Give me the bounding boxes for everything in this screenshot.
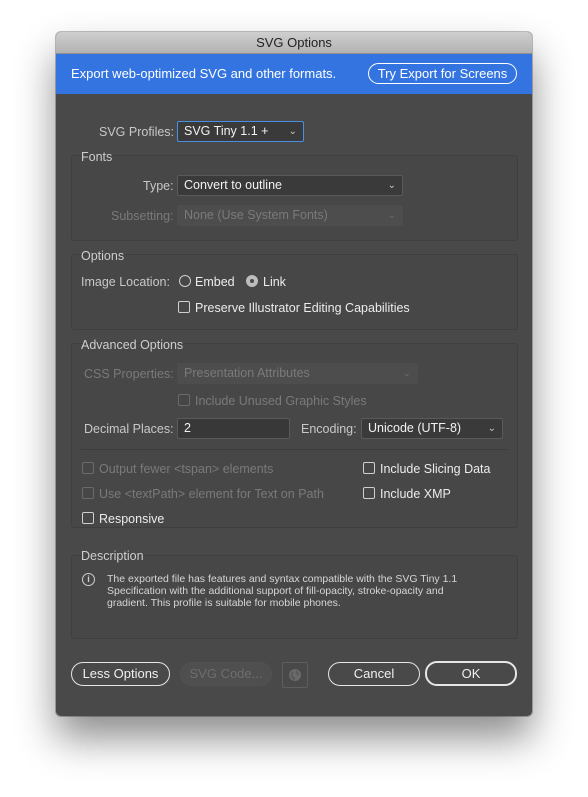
chevron-down-icon: ⌄ — [487, 423, 496, 434]
banner-text: Export web-optimized SVG and other forma… — [71, 66, 337, 81]
include-xmp-label[interactable]: Include XMP — [380, 487, 451, 501]
chevron-down-icon: ⌄ — [387, 210, 396, 221]
encoding-label: Encoding: — [301, 422, 357, 436]
css-properties-label: CSS Properties: — [84, 367, 174, 381]
css-properties-value: Presentation Attributes — [184, 366, 310, 380]
include-slicing-data-label[interactable]: Include Slicing Data — [380, 462, 490, 476]
svg-code-button: SVG Code... — [180, 662, 272, 686]
include-unused-styles-checkbox — [178, 394, 190, 406]
advanced-options-title: Advanced Options — [81, 338, 184, 352]
subsetting-select: None (Use System Fonts) ⌄ — [177, 205, 403, 226]
responsive-checkbox[interactable] — [82, 512, 94, 524]
chevron-down-icon: ⌄ — [288, 126, 297, 137]
decimal-places-input[interactable]: 2 — [177, 418, 290, 439]
preserve-editing-checkbox[interactable] — [178, 301, 190, 313]
advanced-divider — [81, 449, 507, 450]
embed-radio[interactable] — [179, 275, 191, 287]
link-label[interactable]: Link — [263, 275, 286, 289]
encoding-select[interactable]: Unicode (UTF-8) ⌄ — [361, 418, 503, 439]
use-textpath-label: Use <textPath> element for Text on Path — [99, 487, 324, 501]
options-group — [71, 254, 518, 330]
info-icon: i — [82, 573, 95, 586]
use-textpath-checkbox — [82, 487, 94, 499]
css-properties-select: Presentation Attributes ⌄ — [177, 363, 418, 384]
description-line-1: The exported file has features and synta… — [107, 573, 458, 585]
preview-in-browser-button — [282, 662, 308, 688]
options-group-title: Options — [81, 249, 125, 263]
window-title: SVG Options — [56, 32, 532, 54]
include-unused-styles-label: Include Unused Graphic Styles — [195, 394, 367, 408]
font-type-label: Type: — [143, 179, 174, 193]
include-xmp-checkbox[interactable] — [363, 487, 375, 499]
font-type-value: Convert to outline — [184, 178, 282, 192]
description-text: The exported file has features and synta… — [107, 573, 457, 609]
description-title: Description — [81, 549, 144, 563]
image-location-label: Image Location: — [81, 275, 170, 289]
responsive-label[interactable]: Responsive — [99, 512, 164, 526]
include-slicing-data-checkbox[interactable] — [363, 462, 375, 474]
cancel-button[interactable]: Cancel — [328, 662, 420, 686]
export-banner: Export web-optimized SVG and other forma… — [56, 54, 532, 94]
output-fewer-tspan-label: Output fewer <tspan> elements — [99, 462, 274, 476]
chevron-down-icon: ⌄ — [387, 180, 396, 191]
preserve-editing-label[interactable]: Preserve Illustrator Editing Capabilitie… — [195, 301, 410, 315]
ok-button[interactable]: OK — [425, 661, 517, 686]
try-export-for-screens-button[interactable]: Try Export for Screens — [368, 63, 517, 84]
embed-label[interactable]: Embed — [195, 275, 235, 289]
font-type-select[interactable]: Convert to outline ⌄ — [177, 175, 403, 196]
svg-profiles-select[interactable]: SVG Tiny 1.1 + ⌄ — [177, 121, 304, 142]
svg-profiles-label: SVG Profiles: — [99, 125, 175, 139]
svg-options-dialog: SVG Options Export web-optimized SVG and… — [56, 32, 532, 716]
decimal-places-label: Decimal Places: — [84, 422, 174, 436]
encoding-value: Unicode (UTF-8) — [368, 421, 462, 435]
fonts-group — [71, 155, 518, 241]
output-fewer-tspan-checkbox — [82, 462, 94, 474]
less-options-button[interactable]: Less Options — [71, 662, 170, 686]
description-line-2: Specification with the additional suppor… — [107, 585, 444, 597]
globe-icon — [289, 669, 301, 681]
chevron-down-icon: ⌄ — [402, 368, 411, 379]
subsetting-label: Subsetting: — [111, 209, 174, 223]
description-line-3: gradient. This profile is suitable for m… — [107, 597, 341, 609]
subsetting-value: None (Use System Fonts) — [184, 208, 328, 222]
fonts-group-title: Fonts — [81, 150, 113, 164]
link-radio[interactable] — [246, 275, 258, 287]
svg-profiles-value: SVG Tiny 1.1 + — [184, 124, 269, 138]
